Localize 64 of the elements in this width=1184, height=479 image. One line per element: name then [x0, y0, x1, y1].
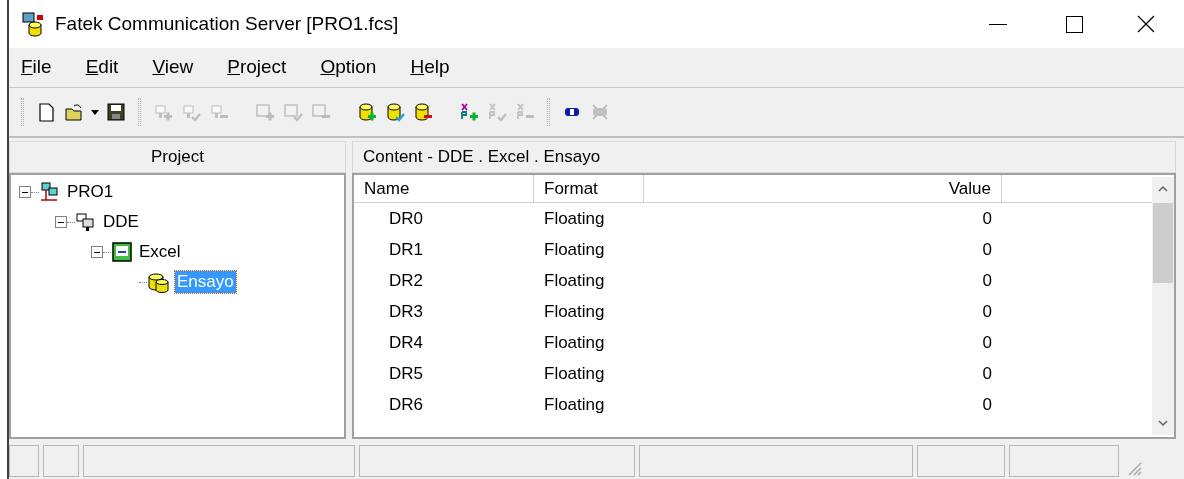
panel-header: Content - DDE . Excel . Ensayo — [352, 141, 1176, 173]
scroll-up-icon[interactable] — [1157, 185, 1169, 193]
screen-icon — [283, 102, 303, 122]
column-header[interactable]: Format — [534, 175, 644, 203]
save-icon — [106, 102, 126, 122]
plug-icon — [153, 102, 173, 122]
disconnect-icon — [590, 102, 610, 122]
table-cell-text: 0 — [981, 331, 993, 354]
scroll-down-icon[interactable] — [1157, 419, 1169, 427]
menu-item[interactable]: Project — [215, 48, 299, 87]
status-pane — [9, 445, 39, 477]
tree-item[interactable]: Excel — [137, 241, 183, 263]
table-cell-text: DR4 — [388, 331, 424, 354]
xr-icon — [515, 102, 535, 122]
table-cell-text: DR3 — [388, 300, 424, 323]
xr-icon — [487, 102, 507, 122]
table-cell-text: Floating — [543, 269, 606, 292]
table-cell-text: DR6 — [388, 393, 424, 416]
database-icon — [147, 271, 171, 293]
menu-item[interactable]: Help — [398, 48, 462, 87]
plug-icon — [181, 102, 201, 122]
expand-toggle[interactable] — [91, 246, 103, 258]
menu-item[interactable]: Option — [308, 48, 389, 87]
table-cell-text: Floating — [543, 393, 606, 416]
table-cell-text: DR5 — [388, 362, 424, 385]
menu-item[interactable]: Edit — [73, 48, 131, 87]
expand-toggle[interactable] — [19, 186, 31, 198]
column-header[interactable]: Value — [644, 175, 1002, 203]
table-cell-text: Floating — [543, 207, 606, 230]
plug-icon — [75, 211, 97, 233]
table-cell-text: Floating — [543, 331, 606, 354]
tree-item[interactable]: DDE — [101, 211, 141, 233]
network-icon — [39, 181, 61, 203]
column-header[interactable]: Name — [354, 175, 534, 203]
window-title: Fatek Communication Server [PRO1.fcs] — [55, 11, 399, 36]
table-cell-text: DR1 — [388, 238, 424, 261]
screen-icon — [255, 102, 275, 122]
expand-toggle[interactable] — [55, 216, 67, 228]
table-cell-text: 0 — [981, 362, 993, 385]
table-cell-text: 0 — [981, 300, 993, 323]
column-header: Project — [9, 141, 346, 173]
db-icon — [413, 102, 433, 122]
screen-icon — [111, 241, 133, 263]
menu-item[interactable]: View — [140, 48, 206, 87]
tree-item[interactable]: PRO1 — [65, 181, 116, 203]
close-icon — [1137, 15, 1155, 33]
table-cell-text: Floating — [543, 362, 606, 385]
scrollbar-thumb[interactable] — [1153, 203, 1173, 283]
new-icon — [36, 102, 56, 122]
table-cell-text: Floating — [543, 300, 606, 323]
table-cell-text: Floating — [543, 238, 606, 261]
xr-icon — [459, 102, 479, 122]
table-cell-text: 0 — [981, 207, 993, 230]
table-cell-text: DR2 — [388, 269, 424, 292]
table-cell-text: 0 — [981, 269, 993, 292]
table-cell-text: 0 — [981, 393, 993, 416]
table-cell-text: 0 — [981, 238, 993, 261]
open-icon — [64, 102, 84, 122]
db-icon — [357, 102, 377, 122]
status-pane — [43, 445, 79, 477]
table-cell-text: DR0 — [388, 207, 424, 230]
menu-item[interactable]: File — [9, 48, 64, 87]
vertical-scrollbar[interactable] — [1152, 177, 1174, 435]
db-icon — [385, 102, 405, 122]
